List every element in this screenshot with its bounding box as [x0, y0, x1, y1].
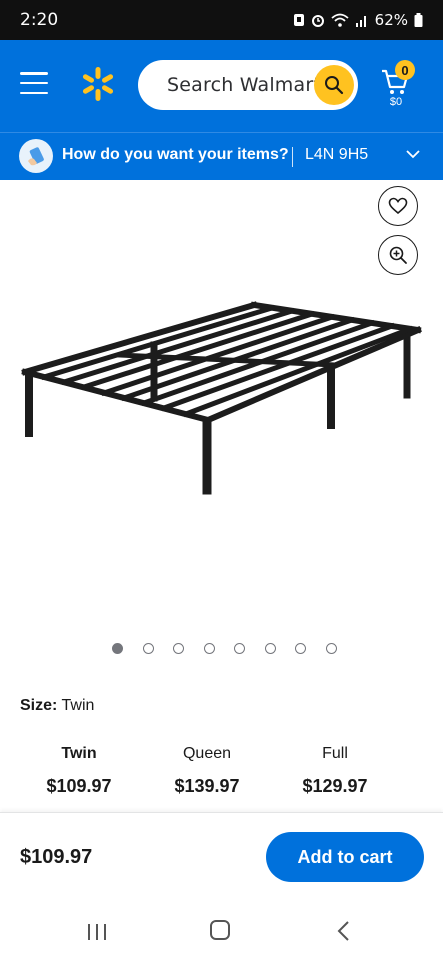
alarm-icon	[311, 15, 324, 27]
status-time: 2:20	[20, 10, 59, 30]
size-option-name: Twin	[61, 745, 97, 762]
carousel-dot[interactable]	[264, 643, 276, 654]
carousel-dot[interactable]	[234, 643, 245, 654]
size-label-title: Size:	[20, 697, 58, 714]
search-button[interactable]	[314, 65, 354, 105]
search-input[interactable]: Search Walmart	[138, 60, 358, 110]
phone-hand-icon	[28, 147, 44, 166]
carousel-dot[interactable]	[173, 643, 184, 654]
wifi-icon	[331, 13, 349, 27]
carousel-dot[interactable]	[203, 643, 215, 654]
size-option-name: Queen	[182, 745, 232, 762]
delivery-avatar	[19, 139, 53, 173]
carousel-dot[interactable]	[112, 643, 123, 654]
carousel-dot[interactable]	[295, 643, 306, 654]
size-option-price: $129.97	[302, 776, 368, 796]
size-option-price: $139.97	[174, 776, 240, 796]
current-price: $109.97	[20, 846, 93, 868]
walmart-spark-logo[interactable]	[80, 66, 116, 102]
home-icon[interactable]	[210, 920, 230, 940]
battery-icon	[414, 13, 423, 27]
recent-apps-icon[interactable]	[86, 922, 108, 942]
add-to-cart-button[interactable]: Add to cart	[266, 832, 424, 882]
search-icon	[325, 76, 344, 95]
size-label: Size: Twin	[20, 697, 94, 715]
size-option-queen[interactable]: Queen $139.97	[147, 745, 267, 797]
size-option-twin[interactable]: Twin $109.97	[19, 745, 139, 797]
battery-percent: 62%	[374, 11, 408, 29]
postal-code: L4N 9H5	[305, 146, 369, 163]
status-icons: 62%	[293, 11, 423, 29]
bed-frame-image	[21, 301, 422, 495]
back-icon[interactable]	[336, 920, 350, 942]
carousel-dot[interactable]	[325, 643, 337, 654]
zoom-in-icon	[389, 246, 407, 264]
favorite-button[interactable]	[378, 186, 418, 226]
delivery-prompt: How do you want your items?	[62, 146, 289, 163]
carousel-dot[interactable]	[142, 643, 154, 654]
product-image-gallery[interactable]	[0, 180, 443, 630]
size-option-full[interactable]: Full $129.97	[275, 745, 395, 797]
search-placeholder: Search Walmart	[167, 74, 322, 96]
header: Search Walmart 0 $0	[0, 40, 443, 132]
chevron-down-icon	[406, 150, 420, 159]
signal-icon	[355, 16, 366, 27]
size-option-price: $109.97	[46, 776, 112, 796]
system-nav-bar	[0, 900, 443, 960]
size-option-name: Full	[322, 745, 348, 762]
menu-icon[interactable]	[20, 72, 48, 94]
cart-count-badge: 0	[395, 60, 415, 80]
status-bar: 2:20 62%	[0, 0, 443, 40]
delivery-selector[interactable]: How do you want your items? L4N 9H5	[0, 132, 443, 180]
carousel-dots	[112, 643, 337, 654]
cart-button[interactable]: 0 $0	[378, 60, 418, 114]
delivery-divider	[292, 147, 293, 167]
notification-icon	[293, 14, 304, 26]
heart-icon	[388, 197, 408, 215]
cart-total: $0	[389, 96, 403, 108]
bottom-action-bar: $109.97 Add to cart	[0, 812, 443, 900]
size-selected-value: Twin	[61, 697, 95, 714]
zoom-button[interactable]	[378, 235, 418, 275]
